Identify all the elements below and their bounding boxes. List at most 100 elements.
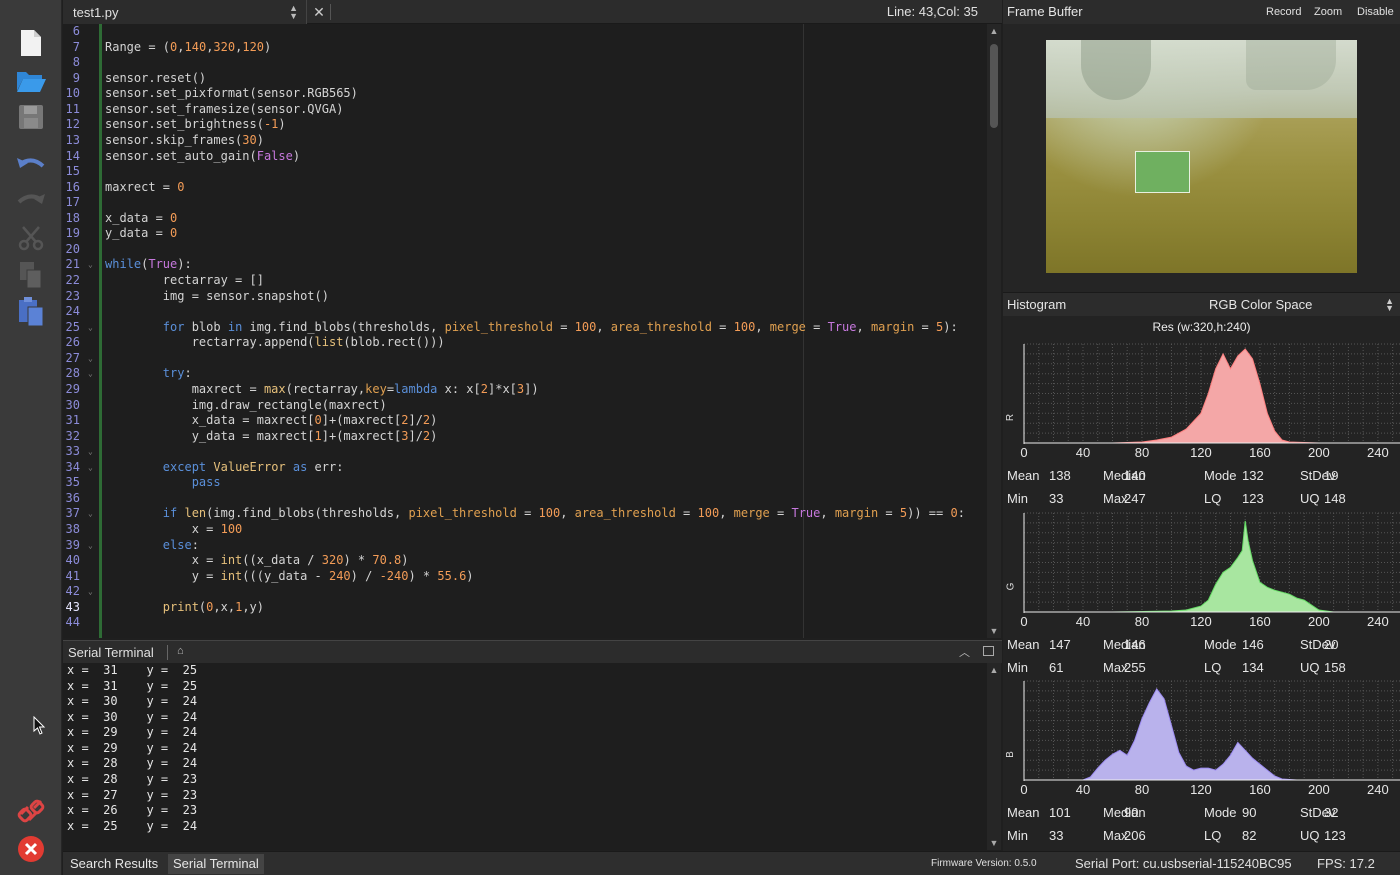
code-line[interactable]: 34 except ValueError as err: ⌄: [63, 460, 987, 476]
code-line[interactable]: 7 Range = (0,140,320,120): [63, 40, 987, 56]
code-line[interactable]: 28 try: ⌄: [63, 366, 987, 382]
paste-button[interactable]: [13, 294, 49, 330]
code-line[interactable]: 19 y_data = 0: [63, 226, 987, 242]
code-line[interactable]: 37 if len(img.find_blobs(thresholds, pix…: [63, 506, 987, 522]
stat-value-uq: 158: [1324, 660, 1346, 675]
disconnect-button[interactable]: [13, 793, 49, 829]
code-line[interactable]: 32 y_data = maxrect[1]+(maxrect[3]/2): [63, 429, 987, 445]
terminal-scrollbar[interactable]: ▲ ▼: [987, 663, 1001, 850]
close-file-button[interactable]: ✕: [309, 0, 329, 24]
code-line[interactable]: 6: [63, 24, 987, 40]
code-lines[interactable]: 6 7 Range = (0,140,320,120) 8 9 sensor.reset(…: [63, 24, 987, 631]
code-line[interactable]: 25 for blob in img.find_blobs(thresholds…: [63, 320, 987, 336]
fold-chevron-icon[interactable]: ⌄: [88, 460, 93, 476]
undo-button[interactable]: [13, 147, 49, 183]
tab-search-results[interactable]: Search Results: [65, 854, 163, 874]
code-line[interactable]: 17: [63, 195, 987, 211]
code-line[interactable]: 31 x_data = maxrect[0]+(maxrect[2]/2): [63, 413, 987, 429]
code-line[interactable]: 26 rectarray.append(list(blob.rect())): [63, 335, 987, 351]
code-line[interactable]: 13 sensor.skip_frames(30): [63, 133, 987, 149]
fold-chevron-icon[interactable]: ⌄: [88, 257, 93, 273]
code-line[interactable]: 41 y = int(((y_data - 240) / -240) * 55.…: [63, 569, 987, 585]
code-line[interactable]: 35 pass: [63, 475, 987, 491]
code-text: sensor.set_auto_gain(False): [105, 148, 301, 163]
clear-terminal-button[interactable]: ⌂: [177, 645, 193, 660]
copy-button[interactable]: [13, 257, 49, 293]
scroll-up-icon[interactable]: ▲: [987, 26, 1001, 36]
code-line[interactable]: 22 rectarray = []: [63, 273, 987, 289]
scroll-down-icon[interactable]: ▼: [987, 838, 1001, 848]
histogram-b-channel: 0 40 80 120 160 200 240 B Mean 101 Median 90 Mode 90 S…: [1003, 679, 1400, 847]
code-text: x_data = maxrect[0]+(maxrect[2]/2): [105, 413, 438, 428]
editor-scroll-thumb[interactable]: [990, 44, 998, 128]
code-line[interactable]: 14 sensor.set_auto_gain(False): [63, 149, 987, 165]
terminal-line: x = 28 y = 24: [67, 756, 198, 771]
code-line[interactable]: 39 else: ⌄: [63, 538, 987, 554]
code-line[interactable]: 11 sensor.set_framesize(sensor.QVGA): [63, 102, 987, 118]
firmware-version[interactable]: Firmware Version: 0.5.0: [931, 852, 1037, 875]
code-line[interactable]: 15: [63, 164, 987, 180]
code-line[interactable]: 8: [63, 55, 987, 71]
file-selector[interactable]: test1.py ▲ ▼: [63, 0, 307, 24]
fold-chevron-icon[interactable]: ⌄: [88, 351, 93, 367]
fold-chevron-icon[interactable]: ⌄: [88, 444, 93, 460]
redo-button[interactable]: [13, 183, 49, 219]
paste-icon: [19, 297, 44, 327]
scroll-up-icon[interactable]: ▲: [987, 665, 1001, 675]
code-line[interactable]: 16 maxrect = 0: [63, 180, 987, 196]
code-line[interactable]: 40 x = int((x_data / 320) * 70.8): [63, 553, 987, 569]
zoom-button[interactable]: Zoom: [1314, 0, 1342, 24]
histogram-g-channel: 0 40 80 120 160 200 240 G Mean 147 Median 146 Mode 14…: [1003, 511, 1400, 679]
code-line[interactable]: 23 img = sensor.snapshot(): [63, 289, 987, 305]
fold-chevron-icon[interactable]: ⌄: [88, 320, 93, 336]
code-editor[interactable]: 6 7 Range = (0,140,320,120) 8 9 sensor.reset(…: [63, 24, 987, 638]
scroll-down-icon[interactable]: ▼: [987, 626, 1001, 636]
code-line[interactable]: 43 print(0,x,1,y): [63, 600, 987, 616]
code-line[interactable]: 12 sensor.set_brightness(-1): [63, 117, 987, 133]
fold-chevron-icon[interactable]: ⌄: [88, 366, 93, 382]
scissors-icon: [18, 226, 44, 251]
code-line[interactable]: 9 sensor.reset(): [63, 71, 987, 87]
x-tick-label: 160: [1249, 782, 1271, 797]
fold-chevron-icon[interactable]: ⌄: [88, 584, 93, 600]
terminal-output[interactable]: x = 31 y = 25 x = 31 y = 25 x = 30 y = 24 x…: [63, 663, 987, 850]
editor-scrollbar[interactable]: ▲ ▼: [987, 24, 1001, 638]
color-space-select[interactable]: RGB Color Space: [1209, 293, 1312, 317]
code-line[interactable]: 38 x = 100: [63, 522, 987, 538]
collapse-terminal-button[interactable]: ︿: [959, 644, 970, 660]
open-file-button[interactable]: [13, 62, 49, 98]
code-line[interactable]: 44: [63, 615, 987, 631]
record-button[interactable]: Record: [1266, 0, 1301, 24]
code-line[interactable]: 10 sensor.set_pixformat(sensor.RGB565): [63, 86, 987, 102]
x-tick-label: 0: [1020, 782, 1027, 797]
save-button[interactable]: [13, 99, 49, 135]
terminal-line: x = 27 y = 23: [67, 787, 198, 802]
line-number: 33: [65, 444, 80, 459]
x-tick-label: 200: [1308, 614, 1330, 629]
code-line[interactable]: 36: [63, 491, 987, 507]
code-line[interactable]: 33 ⌄: [63, 444, 987, 460]
code-line[interactable]: 20: [63, 242, 987, 258]
x-tick-label: 40: [1076, 445, 1090, 460]
stop-button[interactable]: [13, 831, 49, 867]
float-terminal-button[interactable]: [983, 646, 994, 656]
code-line[interactable]: 24: [63, 304, 987, 320]
code-line[interactable]: 29 maxrect = max(rectarray,key=lambda x:…: [63, 382, 987, 398]
terminal-line: x = 29 y = 24: [67, 740, 198, 755]
cut-button[interactable]: [13, 220, 49, 256]
code-line[interactable]: 21 while(True): ⌄: [63, 257, 987, 273]
code-line[interactable]: 30 img.draw_rectangle(maxrect): [63, 398, 987, 414]
code-line[interactable]: 27 ⌄: [63, 351, 987, 367]
stat-label: Mean: [1007, 637, 1040, 652]
x-tick-label: 240: [1367, 782, 1389, 797]
disable-button[interactable]: Disable: [1357, 0, 1394, 24]
code-line[interactable]: 18 x_data = 0: [63, 211, 987, 227]
new-file-button[interactable]: [13, 25, 49, 61]
fold-chevron-icon[interactable]: ⌄: [88, 538, 93, 554]
camera-shadow: [1246, 40, 1336, 90]
fold-chevron-icon[interactable]: ⌄: [88, 506, 93, 522]
tab-serial-terminal[interactable]: Serial Terminal: [168, 854, 264, 874]
code-text: sensor.reset(): [105, 70, 207, 85]
code-line[interactable]: 42 ⌄: [63, 584, 987, 600]
line-number: 24: [65, 304, 80, 319]
